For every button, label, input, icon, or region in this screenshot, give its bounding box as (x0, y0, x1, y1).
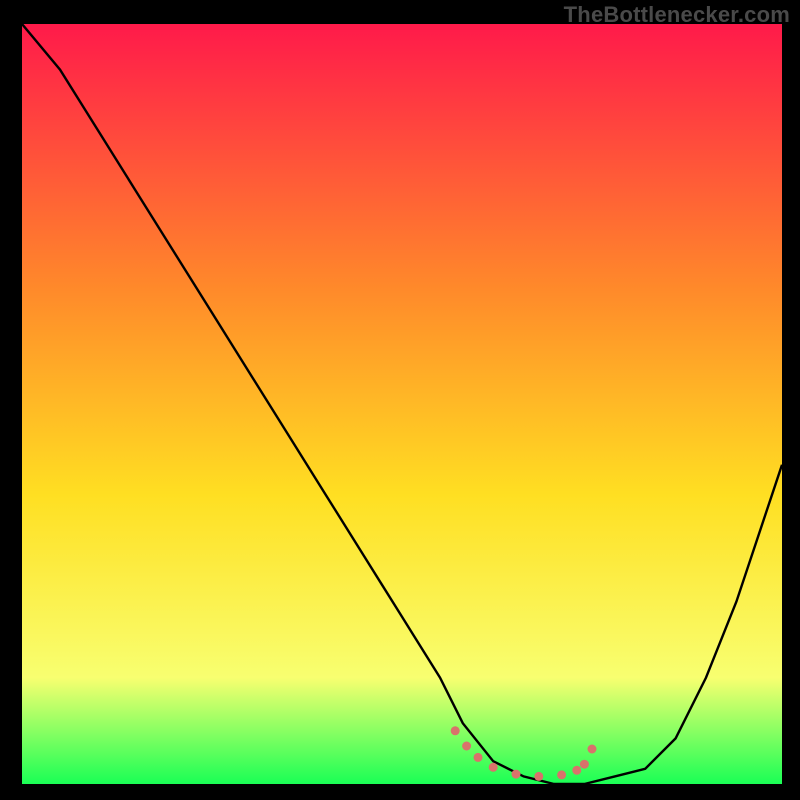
gradient-background (22, 24, 782, 784)
sweet-spot-dot (534, 772, 543, 781)
sweet-spot-dot (474, 753, 483, 762)
sweet-spot-dot (512, 770, 521, 779)
sweet-spot-dot (588, 745, 597, 754)
sweet-spot-dot (462, 742, 471, 751)
sweet-spot-dot (489, 763, 498, 772)
sweet-spot-dot (451, 726, 460, 735)
bottleneck-chart (22, 24, 782, 784)
sweet-spot-dot (572, 766, 581, 775)
plot-area (22, 24, 782, 784)
sweet-spot-dot (557, 770, 566, 779)
sweet-spot-dot (580, 760, 589, 769)
chart-frame: TheBottlenecker.com (0, 0, 800, 800)
